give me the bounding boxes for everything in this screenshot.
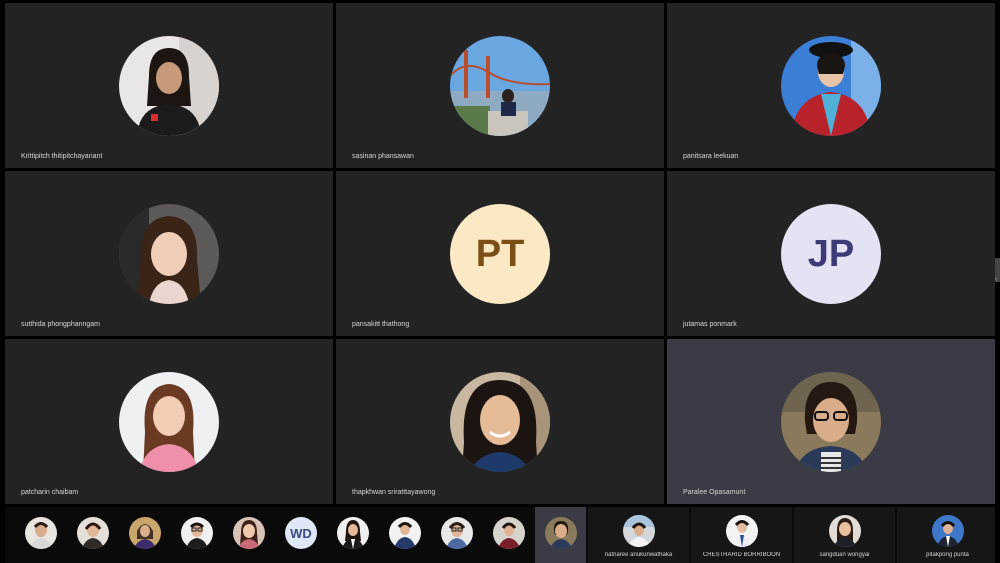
participant-tile[interactable]: JP jutamas ponmark <box>667 171 995 336</box>
participant-photo <box>726 515 758 547</box>
participant-photo <box>441 517 473 549</box>
participant-name: Paralee Opasamunt <box>683 489 746 496</box>
participant-thumbnail[interactable] <box>15 507 66 563</box>
participant-initials-avatar: WD <box>285 517 317 549</box>
participant-name: patcharin chaibam <box>21 489 79 496</box>
participant-photo <box>781 36 881 136</box>
participant-photo <box>781 372 881 472</box>
participant-name: pansakitt thathong <box>352 321 410 328</box>
participant-tile[interactable]: sasinan phansawan <box>336 3 664 168</box>
participant-named-thumbnail[interactable]: natnaree anukunwathaka <box>588 507 689 563</box>
participant-photo <box>829 515 861 547</box>
participant-photo <box>119 36 219 136</box>
participant-thumbnail[interactable] <box>67 507 118 563</box>
participant-thumbnail[interactable] <box>223 507 274 563</box>
participant-photo <box>77 517 109 549</box>
participant-name: sangduan wongyai <box>819 552 870 558</box>
participant-thumbnail-selected[interactable] <box>535 507 586 563</box>
participant-tile[interactable]: thapkhwan sriratttayawong <box>336 339 664 504</box>
participant-tile[interactable]: patcharin chaibam <box>5 339 333 504</box>
participant-tile[interactable]: sutthida phongphanngam <box>5 171 333 336</box>
participant-photo <box>337 517 369 549</box>
participant-photo <box>119 372 219 472</box>
participant-photo <box>25 517 57 549</box>
participant-name: natnaree anukunwathaka <box>604 552 673 558</box>
participant-thumbnail[interactable] <box>119 507 170 563</box>
participant-name: sasinan phansawan <box>352 153 414 160</box>
participant-name: sutthida phongphanngam <box>21 321 101 328</box>
participant-photo <box>119 204 219 304</box>
meeting-window: Krittipitch thitipitchayanant sasinan ph… <box>0 0 1000 563</box>
participant-named-thumbnail[interactable]: CHESTHARID BORRIBOON <box>691 507 792 563</box>
participant-thumbnail[interactable]: WD <box>275 507 326 563</box>
participant-photo <box>450 372 550 472</box>
participant-strip: WD natnaree anukunwathaka CHESTHARID BOR… <box>5 507 995 563</box>
participant-photo <box>493 517 525 549</box>
participant-tile[interactable]: Krittipitch thitipitchayanant <box>5 3 333 168</box>
participant-thumbnail[interactable] <box>483 507 534 563</box>
participant-name: jutamas ponmark <box>683 321 737 328</box>
participant-photo <box>545 517 577 549</box>
participant-thumbnail[interactable] <box>379 507 430 563</box>
participant-name: pitakpong punta <box>926 552 969 558</box>
participant-initials-avatar: JP <box>781 204 881 304</box>
participant-photo <box>389 517 421 549</box>
participant-named-thumbnail[interactable]: pitakpong punta <box>897 507 995 563</box>
participant-photo <box>233 517 265 549</box>
participant-photo <box>181 517 213 549</box>
participant-name: thapkhwan sriratttayawong <box>352 489 436 496</box>
participant-grid: Krittipitch thitipitchayanant sasinan ph… <box>5 3 995 504</box>
participant-tile[interactable]: PT pansakitt thathong <box>336 171 664 336</box>
participant-thumbnail[interactable] <box>171 507 222 563</box>
chevron-left-icon[interactable]: ‹ <box>995 276 997 283</box>
participant-name: CHESTHARID BORRIBOON <box>702 552 781 558</box>
participant-tile[interactable]: panitsara leekuan <box>667 3 995 168</box>
participant-named-thumbnail[interactable]: sangduan wongyai <box>794 507 895 563</box>
participant-thumbnail[interactable] <box>327 507 378 563</box>
participant-photo <box>129 517 161 549</box>
participant-initials-avatar: PT <box>450 204 550 304</box>
participant-tile-active[interactable]: Paralee Opasamunt <box>667 339 995 504</box>
participant-name: Krittipitch thitipitchayanant <box>21 153 103 160</box>
participant-photo <box>932 515 964 547</box>
participant-photo <box>623 515 655 547</box>
participant-photo <box>450 36 550 136</box>
participant-name: panitsara leekuan <box>683 153 739 160</box>
participant-thumbnail[interactable] <box>431 507 482 563</box>
